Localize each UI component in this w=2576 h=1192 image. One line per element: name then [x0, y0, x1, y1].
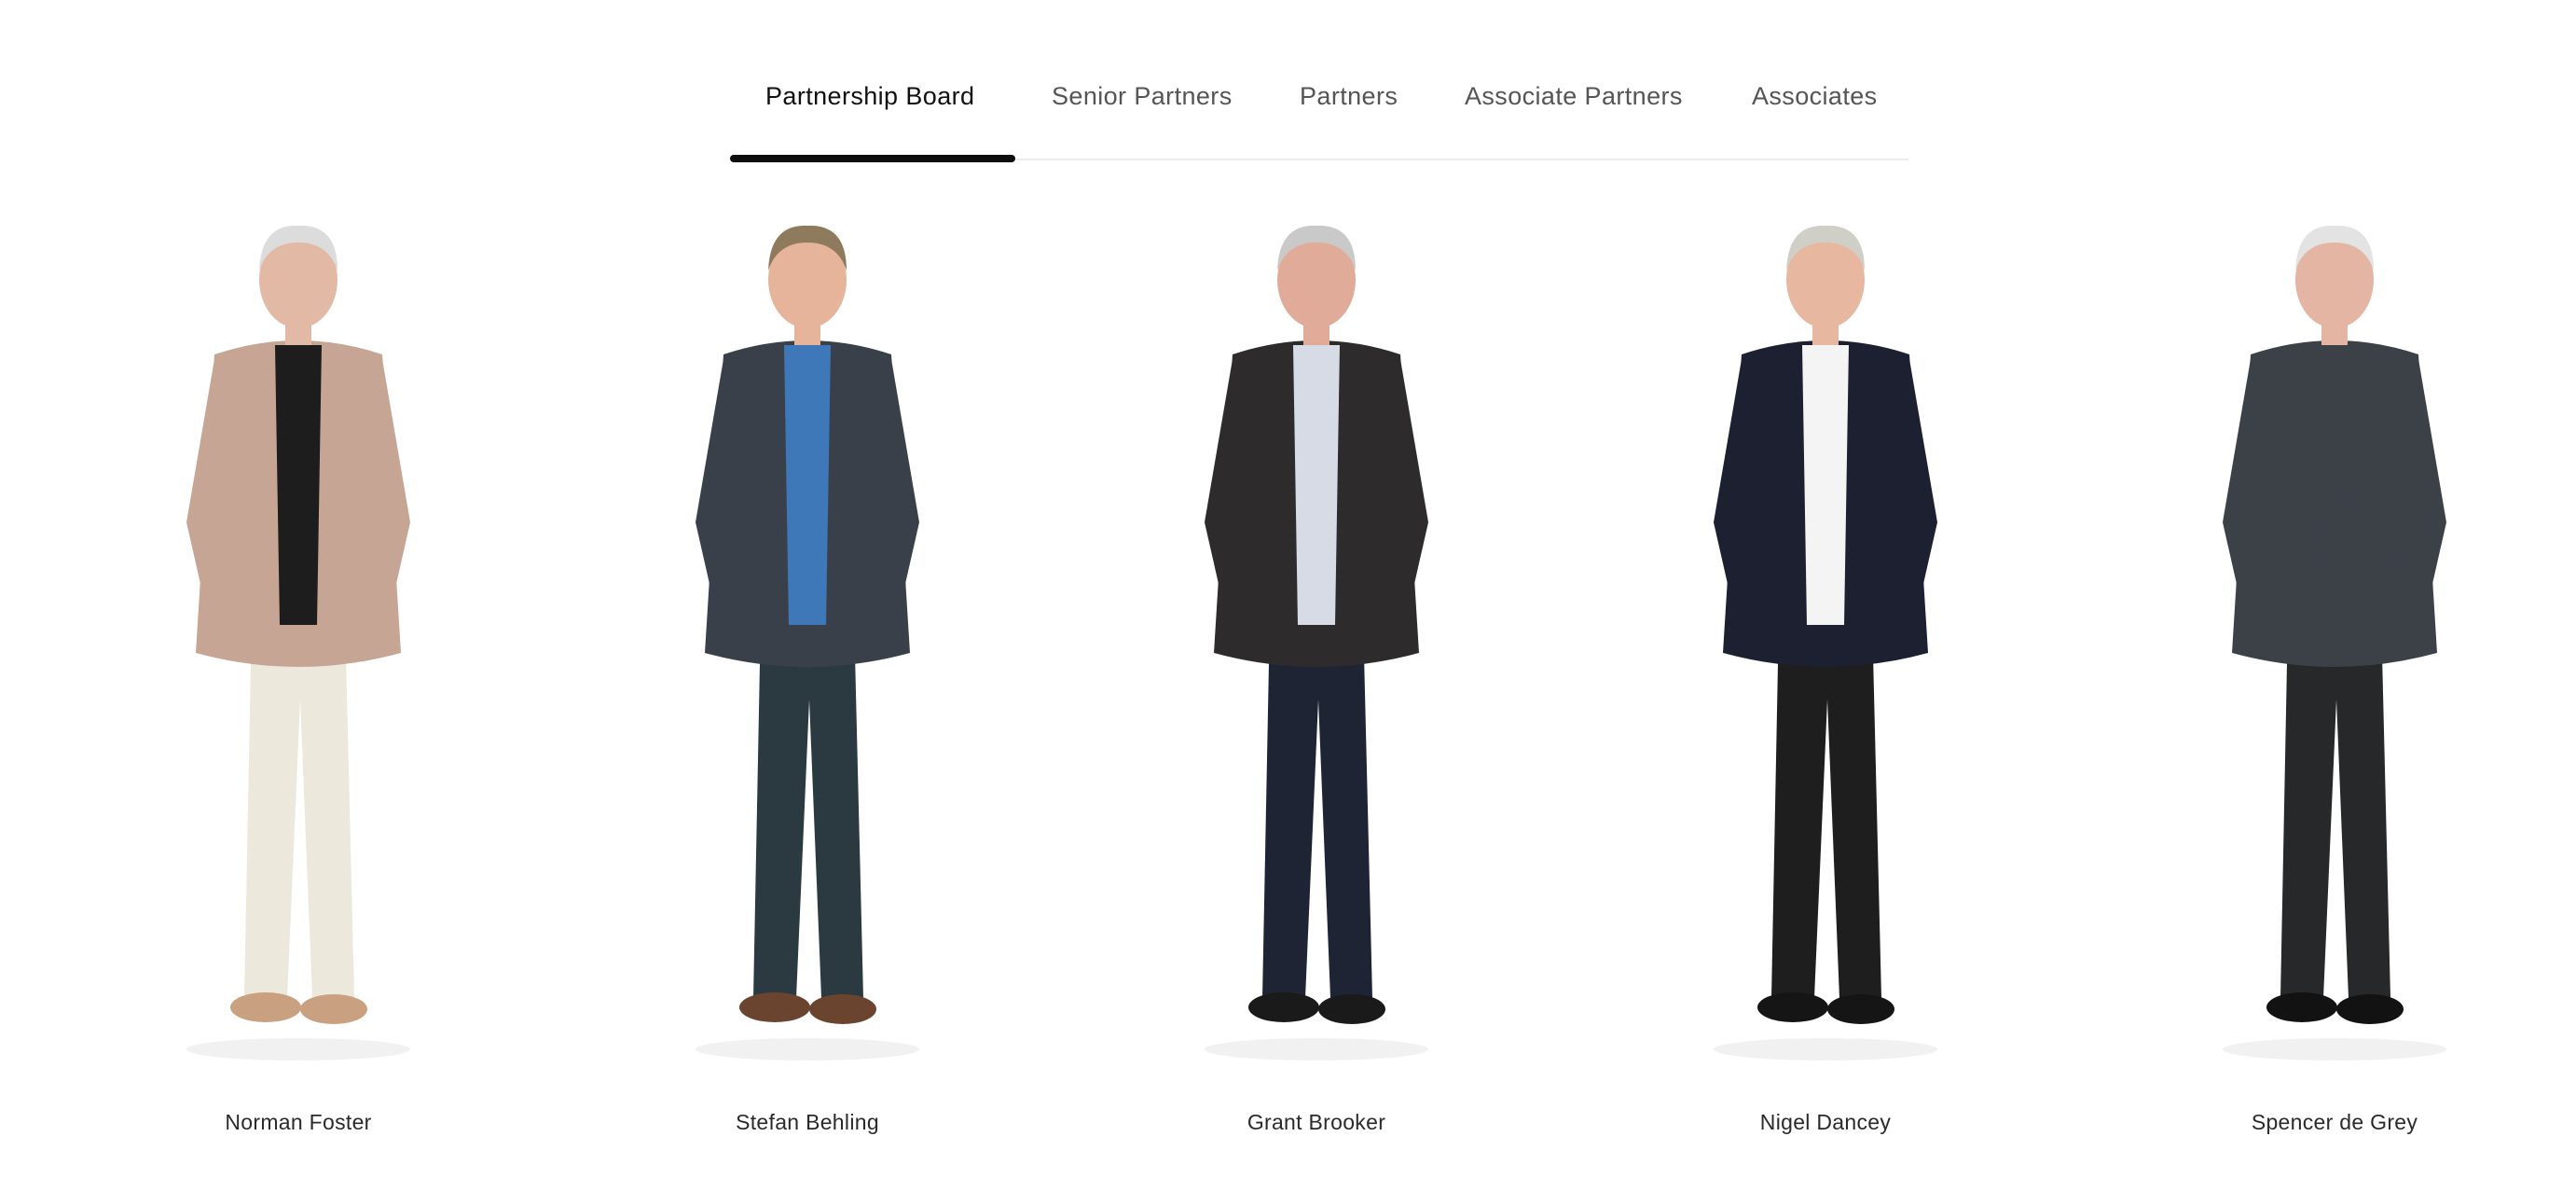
figure-shadow [186, 1038, 410, 1060]
figure-shirt [1802, 345, 1849, 625]
figure-right-arm [359, 359, 410, 625]
person-card[interactable]: Grant Brooker [1139, 215, 1494, 1166]
person-photo [696, 225, 919, 1060]
team-category-tabs: Partnership Board Senior Partners Partne… [730, 54, 1908, 162]
figure-right-shoe [2336, 994, 2404, 1024]
figure-left-shoe [230, 992, 301, 1022]
person-name: Grant Brooker [1247, 1110, 1386, 1134]
person-name: Norman Foster [225, 1110, 372, 1134]
figure-right-shoe [300, 994, 367, 1024]
figure-right-arm [2395, 359, 2446, 625]
figure-left-shoe [2266, 992, 2337, 1022]
tab-partnership-board[interactable]: Partnership Board [765, 82, 974, 111]
figure-trousers [1771, 616, 1881, 998]
figure-left-shoe [1248, 992, 1319, 1022]
person-card[interactable]: Norman Foster [121, 215, 475, 1166]
figure-shadow [696, 1038, 919, 1060]
figure-right-shoe [809, 994, 876, 1024]
figure-shirt [2311, 345, 2358, 625]
figure-right-shoe [1827, 994, 1894, 1024]
figure-left-arm [186, 359, 238, 625]
tab-associate-partners[interactable]: Associate Partners [1465, 82, 1683, 111]
figure-shirt [275, 345, 322, 625]
person-name: Spencer de Grey [2251, 1110, 2418, 1134]
figure-right-arm [868, 359, 919, 625]
figure-left-arm [1714, 359, 1765, 625]
figure-trousers [2280, 616, 2390, 998]
figure-left-arm [1205, 359, 1256, 625]
person-photo [2223, 225, 2446, 1060]
figure-shadow [2223, 1038, 2446, 1060]
figure-shadow [1714, 1038, 1937, 1060]
figure-right-arm [1377, 359, 1428, 625]
figure-left-shoe [739, 992, 810, 1022]
person-card[interactable]: Spencer de Grey [2157, 215, 2512, 1166]
figure-shirt [784, 345, 831, 625]
figure-trousers [753, 616, 863, 998]
figure-right-shoe [1318, 994, 1385, 1024]
person-name: Nigel Dancey [1759, 1110, 1892, 1134]
tab-associates[interactable]: Associates [1752, 82, 1878, 111]
figure-shadow [1205, 1038, 1428, 1060]
figure-right-arm [1886, 359, 1937, 625]
person-photo [1205, 225, 1428, 1060]
figure-trousers [244, 616, 354, 998]
figure-left-shoe [1757, 992, 1828, 1022]
figure-left-arm [696, 359, 747, 625]
person-card[interactable]: Stefan Behling [630, 215, 985, 1166]
figure-trousers [1262, 616, 1372, 998]
person-card[interactable]: Nigel Dancey [1648, 215, 2003, 1166]
tab-senior-partners[interactable]: Senior Partners [1052, 82, 1233, 111]
person-photo [186, 225, 410, 1060]
figure-left-arm [2223, 359, 2274, 625]
person-name: Stefan Behling [736, 1110, 879, 1134]
person-photo [1714, 225, 1937, 1060]
figure-shirt [1293, 345, 1340, 625]
tab-partners[interactable]: Partners [1300, 82, 1398, 111]
active-tab-indicator [730, 155, 1015, 162]
